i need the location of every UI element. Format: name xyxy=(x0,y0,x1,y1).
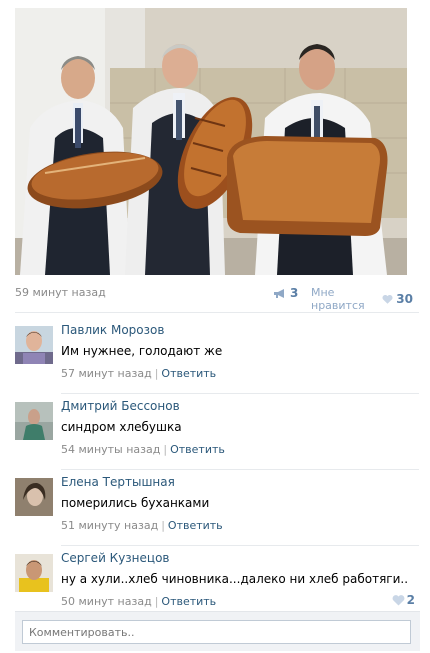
comment-time[interactable]: 54 минуты назад xyxy=(61,443,160,456)
comment-time[interactable]: 51 минуту назад xyxy=(61,519,158,532)
separator: | xyxy=(161,519,165,532)
megaphone-icon xyxy=(274,288,284,298)
comment-author[interactable]: Елена Тертышная xyxy=(61,475,175,489)
comment-like-count: 2 xyxy=(406,593,415,607)
reply-link[interactable]: Ответить xyxy=(161,367,216,380)
reply-link[interactable]: Ответить xyxy=(168,519,223,532)
comment-info: 54 минуты назад | Ответить xyxy=(61,443,225,456)
reply-link[interactable]: Ответить xyxy=(170,443,225,456)
comment-time[interactable]: 57 минут назад xyxy=(61,367,152,380)
comments-list: Павлик Морозов Им нужнее, голодают же 57… xyxy=(15,318,419,621)
comment-text: померились буханками xyxy=(61,496,210,510)
comment-item: Сергей Кузнецов ну а хули..хлеб чиновник… xyxy=(15,546,419,621)
comment-item: Дмитрий Бессонов синдром хлебушка 54 мин… xyxy=(15,394,419,469)
comment-like-button[interactable]: 2 xyxy=(392,593,415,607)
post-time: 59 минут назад xyxy=(15,286,106,299)
like-count: 30 xyxy=(396,292,413,306)
comment-item: Павлик Морозов Им нужнее, голодают же 57… xyxy=(15,318,419,393)
reply-link[interactable]: Ответить xyxy=(161,595,216,608)
heart-icon xyxy=(392,594,405,605)
separator: | xyxy=(154,367,159,380)
heart-icon xyxy=(382,294,393,304)
comment-info: 51 минуту назад | Ответить xyxy=(61,519,223,532)
comment-composer: Комментировать.. xyxy=(15,611,420,651)
avatar[interactable] xyxy=(15,402,53,440)
comment-time[interactable]: 50 минут назад xyxy=(61,595,152,608)
divider xyxy=(15,312,419,313)
comment-author[interactable]: Дмитрий Бессонов xyxy=(61,399,180,413)
separator: | xyxy=(163,443,168,456)
comment-info: 57 минут назад | Ответить xyxy=(61,367,216,380)
comment-author[interactable]: Павлик Морозов xyxy=(61,323,164,337)
comment-item: Елена Тертышная померились буханками 51 … xyxy=(15,470,419,545)
photo-illustration xyxy=(15,8,407,275)
post-meta: 59 минут назад 3 Мне нравится 30 xyxy=(15,286,413,312)
comment-author[interactable]: Сергей Кузнецов xyxy=(61,551,170,565)
separator: | xyxy=(154,595,159,608)
share-count: 3 xyxy=(290,286,299,300)
comment-info: 50 минут назад | Ответить xyxy=(61,595,216,608)
like-label: Мне нравится xyxy=(311,286,365,312)
comment-text: синдром хлебушка xyxy=(61,420,182,434)
share-button[interactable]: 3 xyxy=(273,286,298,300)
avatar[interactable] xyxy=(15,326,53,364)
post-photo[interactable] xyxy=(15,8,407,275)
comment-text: ну а хули..хлеб чиновника...далеко ни хл… xyxy=(61,572,409,586)
comment-input[interactable]: Комментировать.. xyxy=(22,620,411,644)
comment-text: Им нужнее, голодают же xyxy=(61,344,223,358)
like-button[interactable]: Мне нравится 30 xyxy=(311,286,413,312)
avatar[interactable] xyxy=(15,478,53,516)
avatar[interactable] xyxy=(15,554,53,592)
